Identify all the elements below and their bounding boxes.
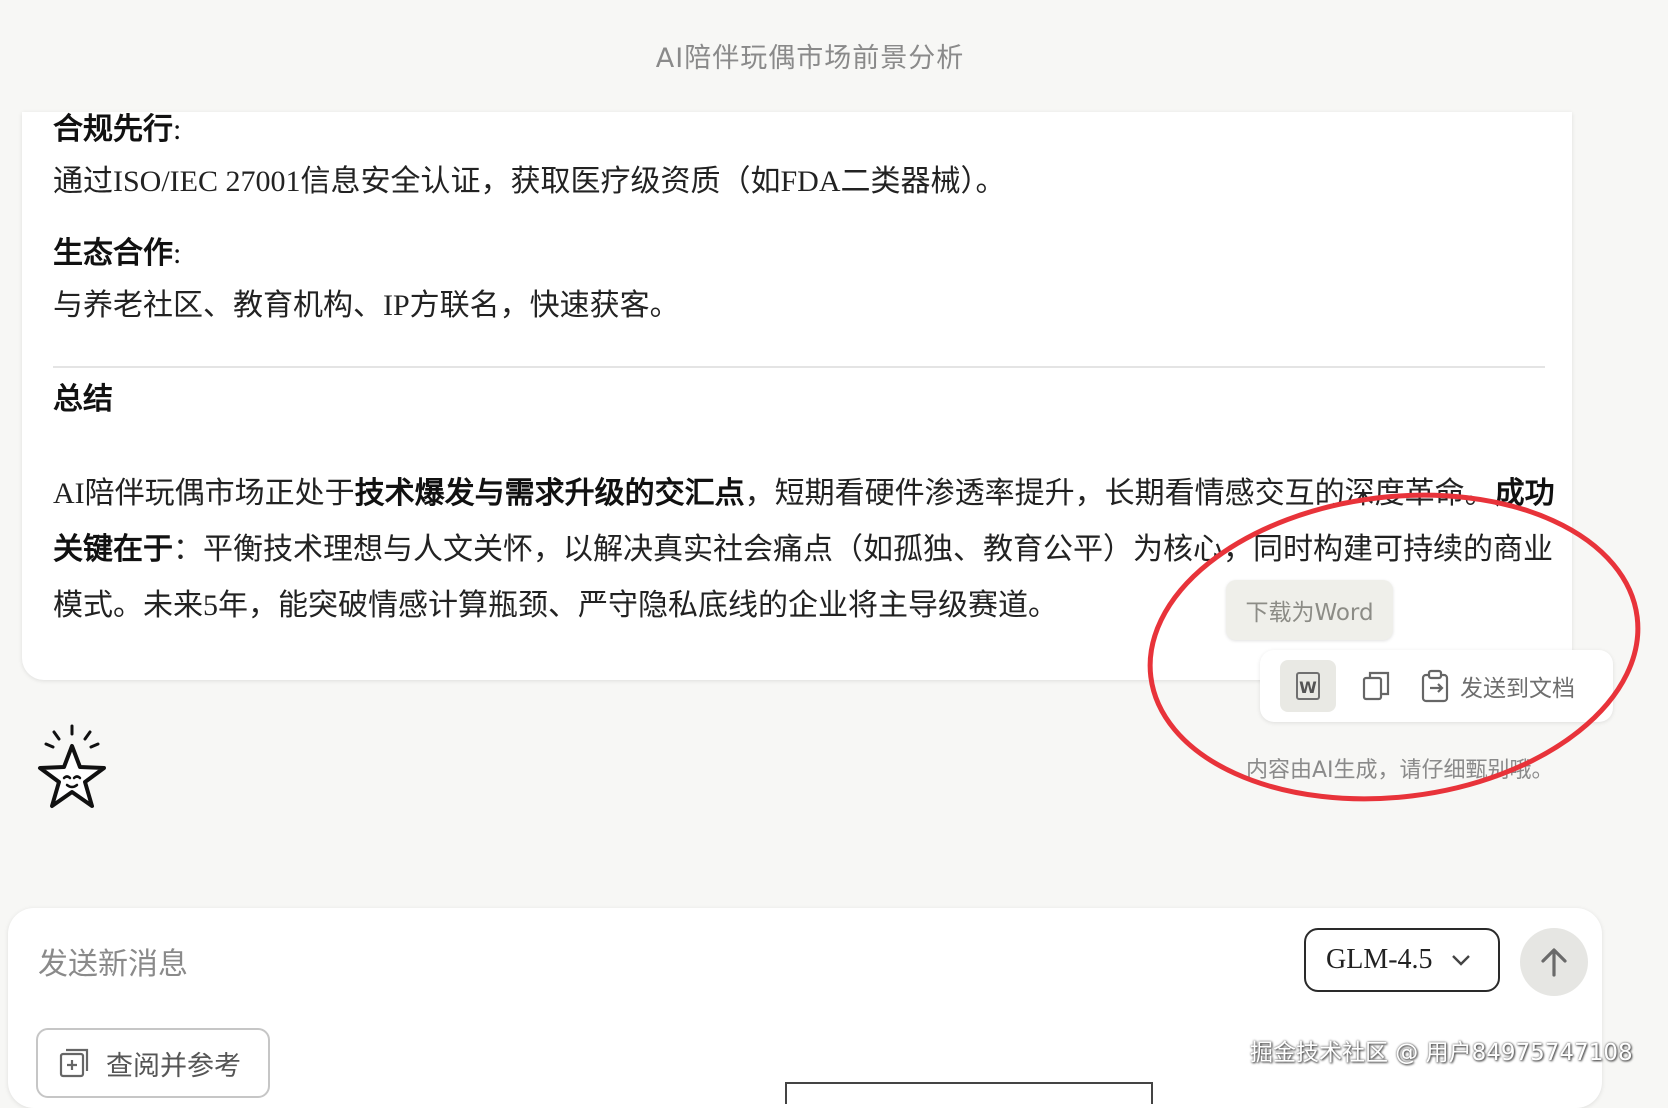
- summary-heading: 总结: [53, 383, 113, 416]
- model-select-value: GLM-4.5: [1326, 944, 1433, 975]
- chevron-down-icon: [1451, 955, 1470, 966]
- ai-disclaimer: 内容由AI生成，请仔细甄别哦。: [1246, 758, 1554, 783]
- bottom-popup-edge: [785, 1082, 1153, 1104]
- ecosystem-heading: 生态合作:: [53, 237, 182, 270]
- copy-icon: [1362, 671, 1390, 701]
- add-reference-icon: [59, 1048, 89, 1078]
- download-word-tooltip: 下载为Word: [1226, 580, 1393, 640]
- ecosystem-body: 与养老社区、教育机构、IP方联名，快速获客。: [53, 289, 680, 322]
- arrow-up-icon: [1541, 948, 1567, 977]
- message-composer: GLM-4.5 查阅并参考: [8, 908, 1602, 1108]
- send-to-doc-button[interactable]: 发送到文档: [1420, 660, 1575, 712]
- reference-button[interactable]: 查阅并参考: [36, 1028, 270, 1098]
- page-title: AI陪伴玩偶市场前景分析: [655, 43, 965, 74]
- assistant-star-icon: [38, 724, 106, 808]
- watermark: 掘金技术社区 @ 用户84975747108: [1250, 1040, 1633, 1066]
- send-to-doc-icon: [1421, 669, 1449, 703]
- compliance-body: 通过ISO/IEC 27001信息安全认证，获取医疗级资质（如FDA二类器械）。: [53, 165, 1006, 198]
- word-doc-icon: W: [1296, 672, 1320, 700]
- message-action-bar: W 发送到文档: [1260, 650, 1613, 722]
- compliance-heading: 合规先行:: [53, 113, 182, 146]
- section-divider: [53, 366, 1545, 368]
- send-to-doc-label: 发送到文档: [1460, 676, 1575, 702]
- download-word-button[interactable]: W: [1280, 660, 1336, 712]
- send-message-button[interactable]: [1520, 928, 1588, 996]
- message-input[interactable]: [36, 938, 1190, 990]
- model-select[interactable]: GLM-4.5: [1304, 928, 1500, 992]
- reference-label: 查阅并参考: [106, 1050, 241, 1082]
- copy-button[interactable]: [1350, 660, 1402, 712]
